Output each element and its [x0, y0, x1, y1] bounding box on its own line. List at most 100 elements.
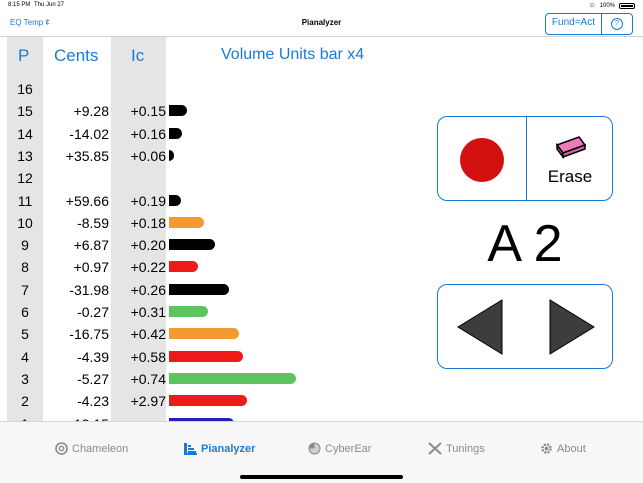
- ic-value: +0.18: [130, 214, 166, 231]
- navigation-bar: EQ Temp ¢ Pianalyzer Fund=Act ?: [0, 12, 643, 37]
- record-erase-group: Erase: [437, 116, 613, 201]
- volume-bar: [169, 328, 240, 340]
- status-time: 8:15 PM: [8, 2, 31, 8]
- ic-value: +0.16: [130, 125, 166, 142]
- volume-bar: [169, 350, 244, 362]
- volume-bar: [169, 216, 205, 228]
- bar-chart-icon: [184, 443, 197, 455]
- cents-value: +6.87: [73, 237, 109, 254]
- record-icon: [460, 138, 504, 182]
- table-row: 16: [0, 77, 330, 99]
- partial-number: 5: [21, 326, 29, 343]
- ic-value: +0.06: [130, 147, 166, 164]
- gear-icon: [541, 443, 552, 454]
- chameleon-icon: [55, 442, 68, 455]
- previous-note-button[interactable]: [456, 298, 504, 356]
- tab-about[interactable]: About: [540, 442, 586, 455]
- partial-number: 2: [21, 393, 29, 410]
- battery-percent: 100%: [599, 2, 615, 9]
- table-row: 11 +59.66 +0.19: [0, 189, 330, 211]
- table-row: 13 +35.85 +0.06: [0, 144, 330, 166]
- partial-number: 16: [17, 81, 33, 97]
- volume-bar: [169, 239, 215, 251]
- help-button[interactable]: ?: [602, 14, 632, 34]
- table-row: 15 +9.28 +0.15: [0, 99, 330, 121]
- table-row: 7 -31.98 +0.26: [0, 278, 330, 300]
- partial-number: 8: [21, 259, 29, 276]
- tab-label: Tunings: [446, 442, 485, 455]
- partial-number: 7: [21, 281, 29, 298]
- tab-bar: Chameleon Pianalyzer CyberEar Tunings Ab…: [0, 421, 643, 483]
- partial-number: 12: [17, 170, 33, 187]
- partial-number: 9: [21, 237, 29, 254]
- wifi-icon: ☺: [588, 2, 596, 9]
- cents-value: -31.98: [69, 281, 109, 298]
- tab-chameleon[interactable]: Chameleon: [55, 442, 128, 455]
- table-row: 4 -4.39 +0.58: [0, 345, 330, 367]
- cents-value: -14.02: [69, 125, 109, 142]
- tab-cyberear[interactable]: CyberEar: [308, 442, 371, 455]
- cents-value: +9.28: [73, 103, 109, 120]
- cents-value: -0.27: [77, 304, 109, 320]
- partial-number: 10: [17, 214, 33, 231]
- tab-label: Pianalyzer: [201, 442, 256, 455]
- ic-value: +0.31: [130, 304, 166, 320]
- ic-value: +0.19: [130, 192, 166, 209]
- tab-tunings[interactable]: Tunings: [428, 442, 485, 455]
- battery-icon: [619, 2, 635, 9]
- partial-number: 3: [21, 370, 29, 387]
- ic-value: +0.26: [130, 281, 166, 298]
- note-navigation-group: [437, 284, 613, 369]
- header-ic: Ic: [131, 46, 145, 65]
- partials-table[interactable]: 16 15 +9.28 +0.15 14 -14.02 +0.16 13 +35.85 +0.06…: [0, 77, 330, 421]
- ic-value: +0.74: [130, 370, 166, 387]
- cents-value: +59.66: [65, 192, 109, 209]
- help-icon: ?: [611, 18, 623, 30]
- table-row: 1-13.15: [0, 412, 330, 421]
- cents-value: +0.97: [73, 259, 109, 276]
- cents-value: -16.75: [69, 326, 109, 343]
- pie-icon: [308, 442, 321, 455]
- home-indicator: [240, 475, 403, 479]
- volume-bar: [169, 127, 182, 139]
- table-row: 10 -8.59 +0.18: [0, 211, 330, 233]
- erase-button[interactable]: Erase: [527, 117, 613, 200]
- status-bar: 8:15 PM Thu Jun 27 ☺ 100%: [0, 0, 643, 12]
- cents-value: -4.39: [77, 348, 109, 365]
- fund-help-group: Fund=Act ?: [544, 13, 633, 35]
- header-p: P: [18, 46, 30, 65]
- partial-number: 6: [21, 304, 29, 320]
- table-row: 14 -14.02 +0.16: [0, 122, 330, 144]
- ic-value: +0.15: [130, 103, 166, 120]
- tab-label: About: [557, 442, 586, 455]
- status-right: ☺ 100%: [588, 2, 635, 9]
- ic-value: +2.97: [130, 393, 166, 410]
- fund-act-button[interactable]: Fund=Act: [546, 14, 602, 34]
- cents-value: -8.59: [77, 214, 109, 231]
- table-row: 8 +0.97 +0.22: [0, 255, 330, 277]
- volume-bar: [169, 372, 297, 384]
- cents-value: +35.85: [65, 147, 109, 164]
- header-volume: Volume Units bar x4: [221, 46, 365, 63]
- tab-pianalyzer[interactable]: Pianalyzer: [184, 442, 255, 455]
- ic-value: +0.22: [130, 259, 166, 276]
- tools-icon: [428, 442, 442, 455]
- volume-bar: [169, 194, 181, 206]
- volume-bar: [169, 105, 188, 117]
- record-button[interactable]: [438, 117, 526, 200]
- next-note-button[interactable]: [548, 298, 596, 356]
- partial-number: 13: [17, 147, 33, 164]
- header-cents: Cents: [54, 46, 99, 65]
- cents-value: -5.27: [77, 370, 109, 387]
- partial-number: 4: [21, 348, 29, 365]
- status-date: Thu Jun 27: [34, 2, 65, 8]
- volume-bar: [169, 149, 175, 161]
- volume-bar: [169, 306, 208, 317]
- volume-bar: [169, 261, 198, 273]
- table-row: 5 -16.75 +0.42: [0, 322, 330, 344]
- cents-value: -4.23: [77, 393, 109, 410]
- volume-bar: [169, 395, 247, 407]
- table-row: 3 -5.27 +0.74: [0, 367, 330, 389]
- eraser-icon: [555, 136, 587, 159]
- erase-label: Erase: [547, 167, 593, 186]
